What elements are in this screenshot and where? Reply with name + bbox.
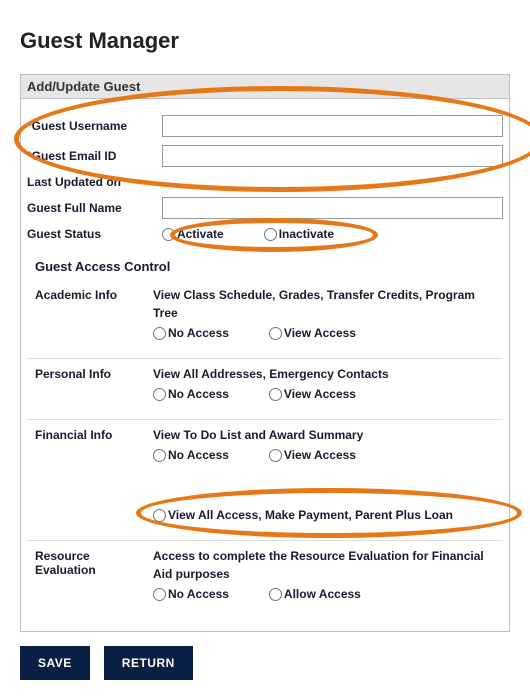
radio-resource-noaccess[interactable]: No Access (153, 587, 229, 601)
radio-personal-noaccess-input[interactable] (153, 388, 166, 401)
save-button[interactable]: SAVE (20, 646, 90, 680)
label-resource: Resource Evaluation (35, 547, 153, 601)
radio-academic-noaccess[interactable]: No Access (153, 326, 229, 340)
row-last-updated: Last Updated on (27, 175, 503, 189)
radio-academic-noaccess-label: No Access (168, 326, 229, 340)
label-fullname: Guest Full Name (27, 201, 162, 215)
radio-personal-noaccess[interactable]: No Access (153, 387, 229, 401)
block-personal: Personal Info View All Addresses, Emerge… (27, 359, 503, 420)
label-email-text: Guest Email ID (32, 149, 117, 163)
label-last-updated: Last Updated on (27, 175, 162, 189)
input-fullname[interactable] (162, 197, 503, 219)
page-title: Guest Manager (20, 28, 510, 54)
radio-personal-view-input[interactable] (269, 388, 282, 401)
radio-resource-allow-label: Allow Access (284, 587, 361, 601)
radio-financial-viewall-input[interactable] (153, 509, 166, 522)
panel-header: Add/Update Guest (21, 75, 509, 99)
radio-resource-noaccess-input[interactable] (153, 588, 166, 601)
block-academic: Academic Info View Class Schedule, Grade… (27, 280, 503, 359)
radio-activate-input[interactable] (162, 228, 175, 241)
desc-financial: View To Do List and Award Summary (153, 426, 499, 444)
desc-resource: Access to complete the Resource Evaluati… (153, 547, 499, 583)
radio-financial-viewall[interactable]: View All Access, Make Payment, Parent Pl… (153, 508, 499, 522)
radio-resource-allow[interactable]: Allow Access (269, 587, 361, 601)
input-username[interactable] (162, 115, 503, 137)
radio-activate-label: Activate (177, 227, 224, 241)
radio-financial-view-label: View Access (284, 448, 356, 462)
radio-personal-view[interactable]: View Access (269, 387, 356, 401)
radio-financial-view-input[interactable] (269, 449, 282, 462)
radio-inactivate-label: Inactivate (279, 227, 334, 241)
radio-financial-noaccess-label: No Access (168, 448, 229, 462)
radio-personal-view-label: View Access (284, 387, 356, 401)
radio-academic-view[interactable]: View Access (269, 326, 356, 340)
label-username: *Guest Username (27, 119, 162, 133)
return-button[interactable]: RETURN (104, 646, 193, 680)
label-status: Guest Status (27, 227, 162, 241)
label-financial: Financial Info (35, 426, 153, 522)
label-email: *Guest Email ID (27, 149, 162, 163)
radio-resource-allow-input[interactable] (269, 588, 282, 601)
radio-financial-viewall-label: View All Access, Make Payment, Parent Pl… (168, 508, 453, 522)
label-username-text: Guest Username (32, 119, 127, 133)
radio-academic-noaccess-input[interactable] (153, 327, 166, 340)
radio-financial-view[interactable]: View Access (269, 448, 356, 462)
radio-activate[interactable]: Activate (162, 227, 224, 241)
label-academic: Academic Info (35, 286, 153, 340)
radio-resource-noaccess-label: No Access (168, 587, 229, 601)
radio-academic-view-input[interactable] (269, 327, 282, 340)
row-fullname: Guest Full Name (27, 197, 503, 219)
radio-personal-noaccess-label: No Access (168, 387, 229, 401)
desc-academic: View Class Schedule, Grades, Transfer Cr… (153, 286, 499, 322)
radio-financial-noaccess[interactable]: No Access (153, 448, 229, 462)
access-control-header: Guest Access Control (27, 249, 503, 280)
radio-inactivate-input[interactable] (264, 228, 277, 241)
row-email: *Guest Email ID (27, 145, 503, 167)
radio-inactivate[interactable]: Inactivate (264, 227, 334, 241)
desc-personal: View All Addresses, Emergency Contacts (153, 365, 499, 383)
block-resource: Resource Evaluation Access to complete t… (27, 541, 503, 619)
row-username: *Guest Username (27, 115, 503, 137)
guest-panel: Add/Update Guest *Guest Username *Guest … (20, 74, 510, 632)
radio-academic-view-label: View Access (284, 326, 356, 340)
radio-financial-noaccess-input[interactable] (153, 449, 166, 462)
row-status: Guest Status Activate Inactivate (27, 227, 503, 241)
block-financial: Financial Info View To Do List and Award… (27, 420, 503, 541)
input-email[interactable] (162, 145, 503, 167)
label-personal: Personal Info (35, 365, 153, 401)
